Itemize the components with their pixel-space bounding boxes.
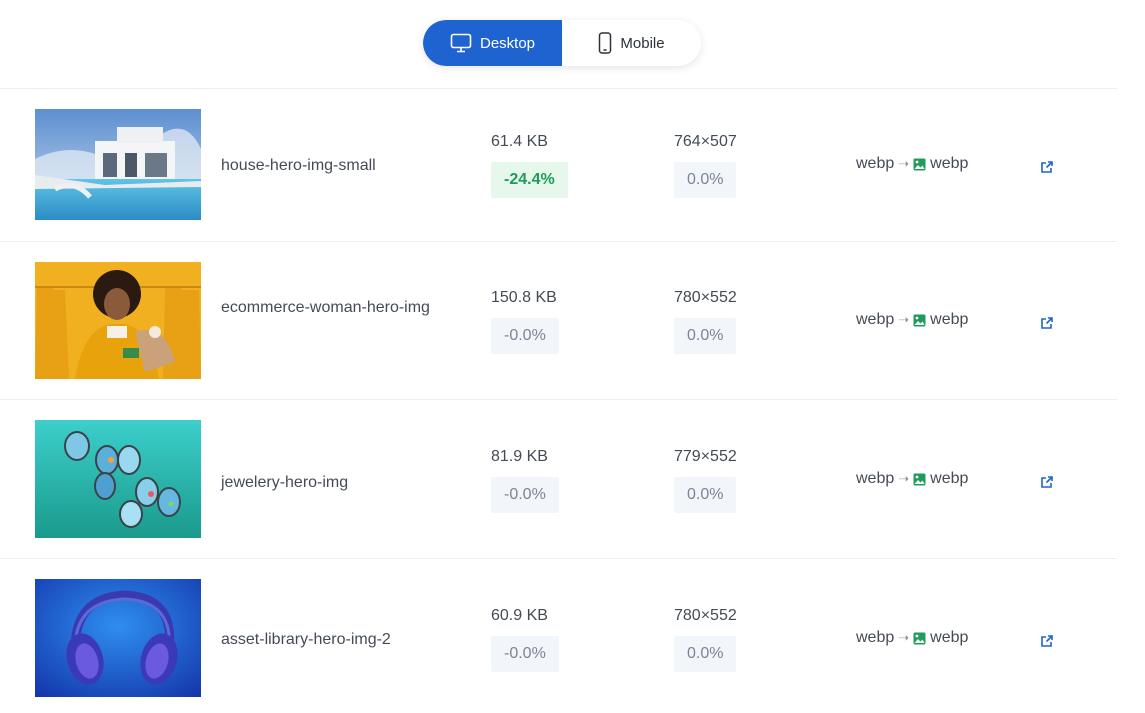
house-thumbnail[interactable] (35, 109, 201, 220)
size-change-badge: -0.0% (491, 636, 559, 672)
external-link-icon[interactable] (1040, 160, 1054, 174)
image-icon (913, 473, 926, 486)
list-item: ecommerce-woman-hero-img 150.8 KB -0.0% … (0, 242, 1117, 400)
arrow-right-icon: ➝ (898, 630, 910, 645)
external-link-icon[interactable] (1040, 475, 1054, 489)
phone-icon (598, 32, 612, 54)
file-size: 60.9 KB (491, 607, 548, 624)
image-icon (913, 314, 926, 327)
file-size: 61.4 KB (491, 133, 548, 150)
dimension-change-badge: 0.0% (674, 636, 737, 672)
target-format: webp (930, 629, 969, 646)
target-format: webp (930, 470, 969, 487)
list-item: house-hero-img-small 61.4 KB -24.4% 764×… (0, 89, 1117, 242)
source-format: webp (856, 155, 895, 172)
format-conversion: webp ➝ webp (856, 470, 968, 488)
target-format: webp (930, 155, 969, 172)
list-item: asset-library-hero-img-2 60.9 KB -0.0% 7… (0, 559, 1117, 713)
size-change-badge: -24.4% (491, 162, 568, 198)
image-icon (913, 632, 926, 645)
dimensions: 780×552 (674, 289, 737, 306)
target-format: webp (930, 311, 969, 328)
image-name: ecommerce-woman-hero-img (221, 299, 430, 316)
image-name: asset-library-hero-img-2 (221, 631, 391, 648)
dimensions: 779×552 (674, 448, 737, 465)
source-format: webp (856, 311, 895, 328)
mobile-label: Mobile (620, 34, 665, 52)
device-toggle: Desktop Mobile (423, 20, 701, 66)
dimension-change-badge: 0.0% (674, 477, 737, 513)
image-name: house-hero-img-small (221, 157, 376, 174)
mobile-tab[interactable]: Mobile (562, 20, 701, 66)
format-conversion: webp ➝ webp (856, 155, 968, 173)
source-format: webp (856, 629, 895, 646)
image-icon (913, 158, 926, 171)
dimension-change-badge: 0.0% (674, 318, 737, 354)
image-list: house-hero-img-small 61.4 KB -24.4% 764×… (0, 89, 1117, 713)
source-format: webp (856, 470, 895, 487)
desktop-label: Desktop (479, 34, 536, 52)
format-conversion: webp ➝ webp (856, 311, 968, 329)
file-size: 81.9 KB (491, 448, 548, 465)
headphones-thumbnail[interactable] (35, 579, 201, 697)
size-change-badge: -0.0% (491, 318, 559, 354)
format-conversion: webp ➝ webp (856, 629, 968, 647)
arrow-right-icon: ➝ (898, 471, 910, 486)
list-item: jewelery-hero-img 81.9 KB -0.0% 779×552 … (0, 400, 1117, 559)
external-link-icon[interactable] (1040, 634, 1054, 648)
arrow-right-icon: ➝ (898, 156, 910, 171)
jewelry-thumbnail[interactable] (35, 420, 201, 538)
file-size: 150.8 KB (491, 289, 557, 306)
dimensions: 780×552 (674, 607, 737, 624)
woman-thumbnail[interactable] (35, 262, 201, 379)
monitor-icon (450, 33, 472, 53)
arrow-right-icon: ➝ (898, 312, 910, 327)
size-change-badge: -0.0% (491, 477, 559, 513)
image-name: jewelery-hero-img (221, 474, 349, 491)
view-toggle-bar: Desktop Mobile (0, 0, 1117, 89)
dimension-change-badge: 0.0% (674, 162, 737, 198)
desktop-tab[interactable]: Desktop (423, 20, 562, 66)
external-link-icon[interactable] (1040, 316, 1054, 330)
dimensions: 764×507 (674, 133, 737, 150)
